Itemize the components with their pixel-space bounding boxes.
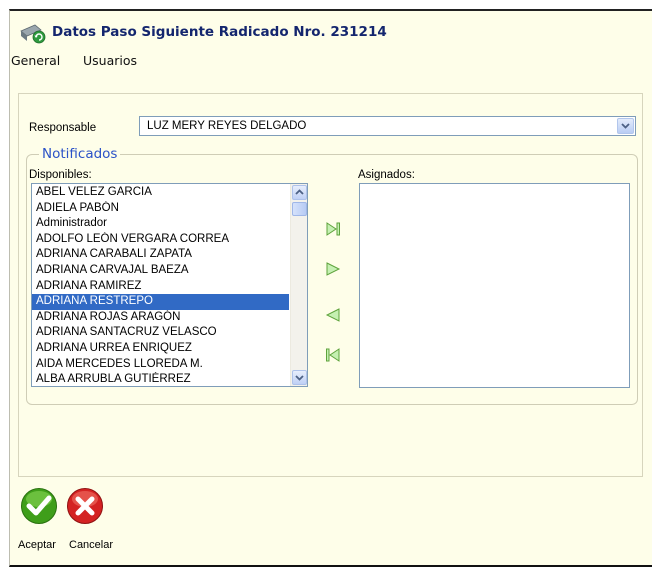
window-title: Datos Paso Siguiente Radicado Nro. 23121… xyxy=(52,24,387,40)
cancel-label: Cancelar xyxy=(69,539,114,551)
responsable-select[interactable]: LUZ MERY REYES DELGADO xyxy=(139,116,636,136)
menu-usuarios[interactable]: Usuarios xyxy=(83,53,137,68)
menu-bar: General Usuarios xyxy=(10,53,652,71)
list-item[interactable]: ADRIANA CARVAJAL BAEZA xyxy=(32,263,289,279)
list-item[interactable]: ADRIANA CARABALI ZAPATA xyxy=(32,247,289,263)
asignados-list[interactable] xyxy=(359,183,630,388)
list-item[interactable]: ADRIANA ROJAS ARAGÓN xyxy=(32,310,289,326)
move-right-icon[interactable] xyxy=(325,261,341,277)
list-item[interactable]: ADRIANA URREA ENRIQUEZ xyxy=(32,341,289,357)
scroll-thumb[interactable] xyxy=(292,202,307,216)
disponibles-list[interactable]: ABEL VELEZ GARCIA ADIELA PABÓN Administrad… xyxy=(31,183,308,387)
main-panel: Responsable LUZ MERY REYES DELGADO Notif… xyxy=(18,93,643,477)
asignados-label: Asignados: xyxy=(358,169,415,181)
list-item[interactable]: Administrador xyxy=(32,216,289,232)
notificados-group: Notificados Disponibles: ABEL VELEZ GARC… xyxy=(26,146,638,405)
chevron-up-icon xyxy=(295,189,304,195)
list-item[interactable]: ALBA ARRUBLA GUTIÉRREZ xyxy=(32,372,289,388)
document-refresh-icon xyxy=(20,24,46,44)
list-item[interactable]: ADRIANA SANTACRUZ VELASCO xyxy=(32,325,289,341)
responsable-label: Responsable xyxy=(29,122,97,134)
title-bar: Datos Paso Siguiente Radicado Nro. 23121… xyxy=(10,11,652,45)
cancel-x-icon[interactable] xyxy=(66,487,104,525)
dropdown-button[interactable] xyxy=(617,118,634,134)
list-item[interactable]: ADRIANA RAMIREZ xyxy=(32,279,289,295)
dialog-window: Datos Paso Siguiente Radicado Nro. 23121… xyxy=(9,9,652,567)
scroll-up-button[interactable] xyxy=(292,185,307,200)
move-all-right-icon[interactable] xyxy=(325,221,341,237)
responsable-value: LUZ MERY REYES DELGADO xyxy=(147,120,307,132)
list-item[interactable]: AIDA MERCEDES LLOREDA M. xyxy=(32,357,289,373)
list-item[interactable]: ABEL VELEZ GARCIA xyxy=(32,185,289,201)
disponibles-items: ABEL VELEZ GARCIA ADIELA PABÓN Administrad… xyxy=(32,185,289,388)
disponibles-scrollbar[interactable] xyxy=(290,184,307,386)
list-item[interactable]: ADRIANA RESTREPO xyxy=(32,294,289,310)
notificados-legend: Notificados xyxy=(39,146,121,162)
scroll-down-button[interactable] xyxy=(292,370,307,385)
menu-general[interactable]: General xyxy=(11,53,60,68)
move-all-left-icon[interactable] xyxy=(325,347,341,363)
list-item[interactable]: ADOLFO LEÓN VERGARA CORREA xyxy=(32,232,289,248)
disponibles-label: Disponibles: xyxy=(29,169,92,181)
accept-check-icon[interactable] xyxy=(20,487,58,525)
chevron-down-icon xyxy=(295,375,304,381)
accept-label: Aceptar xyxy=(18,539,56,551)
move-left-icon[interactable] xyxy=(325,307,341,323)
list-item[interactable]: ADIELA PABÓN xyxy=(32,201,289,217)
chevron-down-icon xyxy=(621,123,630,129)
